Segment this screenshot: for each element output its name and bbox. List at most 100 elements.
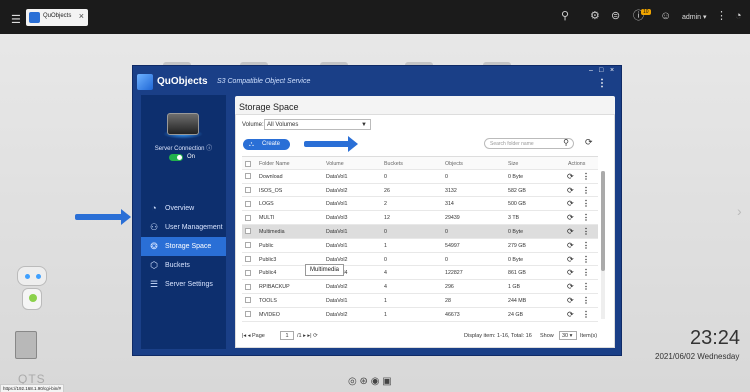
task-icon[interactable]: ⚙	[590, 11, 600, 22]
column-header[interactable]: Folder Name	[259, 161, 290, 167]
row-checkbox[interactable]	[245, 242, 251, 249]
refresh-icon[interactable]: ⟳	[567, 296, 574, 305]
dock-icon[interactable]: ◎	[348, 376, 357, 387]
refresh-icon[interactable]: ⟳	[567, 213, 574, 222]
sidebar-item-label: Storage Space	[165, 243, 212, 250]
sidebar-item-storage-space[interactable]: ❂ Storage Space	[141, 237, 226, 256]
row-checkbox[interactable]	[245, 297, 251, 304]
search-icon[interactable]: ⚲	[561, 11, 569, 22]
table-row[interactable]: RPIBACKUP DataVol2 4 296 1 GB ⟳ ⋮	[242, 280, 598, 294]
table-row[interactable]: TOOLS DataVol1 1 28 244 MB ⟳ ⋮	[242, 294, 598, 308]
more-icon[interactable]: ⋮	[582, 255, 590, 264]
sidebar-item-user-management[interactable]: ⚇ User Management	[141, 218, 226, 237]
row-checkbox[interactable]	[245, 283, 251, 290]
bucket-count: 4	[384, 284, 387, 291]
table-row[interactable]: Public4DataVol44122827861 GB⟳⋮	[242, 266, 598, 281]
more-icon[interactable]: ⋮	[582, 186, 590, 195]
more-icon[interactable]: ⋮	[582, 172, 590, 181]
menu-icon[interactable]: ☰	[11, 13, 21, 26]
chevron-right-icon[interactable]: ›	[737, 203, 742, 219]
volume-select[interactable]: All Volumes ▼	[264, 119, 371, 130]
sidebar-item-buckets[interactable]: ⬡ Buckets	[141, 256, 226, 275]
page-size-select[interactable]: 30 ▾	[559, 331, 577, 340]
desktop-date: 2021/06/02 Wednesday	[655, 352, 740, 361]
search-input[interactable]: Search folder name ⚲	[484, 138, 574, 149]
bucket-count: 2	[384, 201, 387, 208]
sidebar-item-overview[interactable]: ◔ Overview	[141, 199, 226, 218]
close-button[interactable]: ×	[610, 67, 614, 74]
table-row[interactable]: Public DataVol1 1 54997 279 GB ⟳ ⋮	[242, 239, 598, 253]
status-url: https://192.168.1.90/cgi-bin/#	[0, 384, 65, 392]
more-icon[interactable]: ⋮	[582, 227, 590, 236]
search-icon[interactable]: ⚲	[563, 138, 569, 148]
refresh-icon[interactable]: ⟳	[567, 172, 574, 181]
create-button[interactable]: ⛬ Create	[243, 139, 290, 150]
more-icon[interactable]: ⋮	[582, 268, 590, 277]
row-checkbox[interactable]	[245, 256, 251, 263]
row-checkbox[interactable]	[245, 200, 251, 207]
table-row[interactable]: MVIDEO DataVol2 1 46673 24 GB ⟳ ⋮	[242, 308, 598, 322]
table-row[interactable]: Public3 DataVol2 0 0 0 Byte ⟳ ⋮	[242, 253, 598, 267]
row-checkbox[interactable]	[245, 228, 251, 235]
refresh-icon[interactable]: ⟳	[567, 241, 574, 250]
folder-name: Multimedia	[259, 228, 285, 235]
row-checkbox[interactable]	[245, 187, 251, 194]
more-icon[interactable]: ⋮	[582, 241, 590, 250]
row-checkbox[interactable]	[245, 214, 251, 221]
column-header[interactable]: Volume	[326, 161, 344, 167]
more-icon[interactable]: ⋮	[716, 11, 727, 22]
refresh-icon[interactable]: ⟳	[567, 268, 574, 277]
dock-icon[interactable]: ▣	[382, 376, 391, 387]
user-icon[interactable]: ☺	[660, 11, 671, 22]
app-title: QuObjects	[157, 76, 208, 87]
table-row[interactable]: LOGS DataVol1 2 314 500 GB ⟳ ⋮	[242, 197, 598, 212]
row-checkbox[interactable]	[245, 269, 251, 276]
dashboard-icon[interactable]: ◔	[735, 11, 742, 22]
table-row[interactable]: MULTI DataVol3 12 29439 3 TB ⟳ ⋮	[242, 211, 598, 225]
sidebar-item-server-settings[interactable]: ☰ Server Settings	[141, 275, 226, 294]
maximize-button[interactable]: □	[599, 67, 603, 74]
server-connection-toggle[interactable]	[169, 154, 183, 161]
table-row[interactable]: Multimedia DataVol1 0 0 0 Byte ⟳ ⋮	[242, 224, 598, 239]
close-tab-icon[interactable]: ×	[79, 11, 84, 21]
refresh-icon[interactable]: ⟳	[585, 137, 593, 148]
external-device-icon[interactable]: ⊜	[611, 11, 620, 22]
dock-icon[interactable]: ⊛	[360, 376, 368, 387]
refresh-icon[interactable]: ⟳	[567, 282, 574, 291]
refresh-icon[interactable]: ⟳	[567, 227, 574, 236]
display-info: Display item: 1-16, Total: 16	[464, 333, 532, 339]
table-scrollbar[interactable]	[601, 171, 605, 319]
more-icon[interactable]: ⋮	[582, 310, 590, 319]
app-more-icon[interactable]: ⋮	[597, 78, 607, 89]
size: 500 GB	[508, 201, 526, 208]
more-icon[interactable]: ⋮	[582, 199, 590, 208]
more-icon[interactable]: ⋮	[582, 282, 590, 291]
user-menu[interactable]: admin ▾	[682, 13, 707, 21]
robot-mascot[interactable]	[12, 266, 52, 316]
refresh-icon[interactable]: ⟳	[567, 255, 574, 264]
caret-down-icon: ▼	[361, 122, 367, 128]
more-icon[interactable]: ⋮	[582, 296, 590, 305]
annotation-arrow-create	[304, 136, 358, 152]
refresh-icon[interactable]: ⟳	[567, 199, 574, 208]
desktop-clock: 23:24	[690, 327, 741, 349]
page-input[interactable]: 1	[280, 331, 294, 340]
trash-icon[interactable]	[15, 331, 37, 359]
column-header[interactable]: Objects	[445, 161, 463, 167]
info-icon[interactable]: ⓘ	[206, 146, 212, 152]
dock-icon[interactable]: ◉	[371, 376, 380, 387]
settings-icon: ☰	[149, 279, 159, 289]
more-icon[interactable]: ⋮	[582, 213, 590, 222]
app-tab[interactable]: QuObjects ×	[26, 9, 88, 26]
column-header[interactable]: Size	[508, 161, 518, 167]
refresh-icon[interactable]: ⟳	[567, 186, 574, 195]
table-row[interactable]: Download DataVol1 0 0 0 Byte ⟳ ⋮	[242, 170, 598, 184]
select-all-checkbox[interactable]	[245, 160, 251, 167]
table-row[interactable]: ISOS_OS DataVol2 26 3132 582 GB ⟳ ⋮	[242, 184, 598, 198]
row-checkbox[interactable]	[245, 173, 251, 180]
bucket-count: 1	[384, 242, 387, 249]
column-header[interactable]: Buckets	[384, 161, 403, 167]
row-checkbox[interactable]	[245, 311, 251, 318]
refresh-icon[interactable]: ⟳	[567, 310, 574, 319]
minimize-button[interactable]: –	[589, 67, 593, 74]
